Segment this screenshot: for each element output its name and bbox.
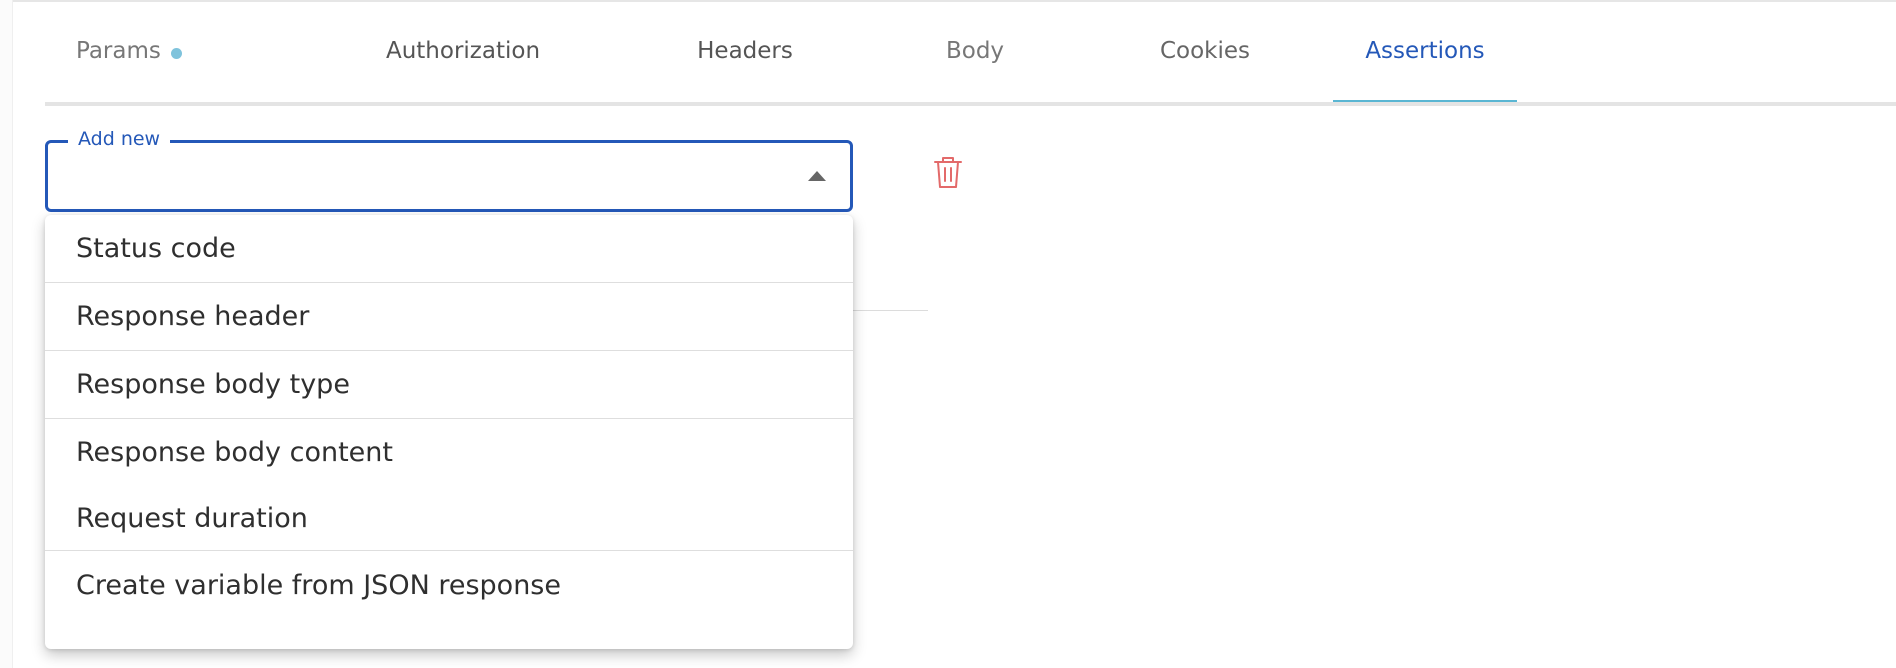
add-new-dropdown-menu: Status code Response header Response bod… — [45, 215, 853, 649]
tabs-underline — [45, 102, 1896, 106]
tab-assertions[interactable]: Assertions — [1333, 38, 1517, 105]
tab-authorization[interactable]: Authorization — [343, 38, 583, 104]
divider-line — [853, 310, 928, 311]
caret-up-icon[interactable] — [808, 171, 826, 181]
tab-body-label: Body — [945, 38, 1005, 64]
tab-assertions-label: Assertions — [1365, 38, 1485, 64]
menu-item-request-duration[interactable]: Request duration — [45, 486, 853, 550]
tab-cookies[interactable]: Cookies — [1105, 38, 1305, 104]
params-indicator-dot — [170, 48, 182, 59]
assertions-panel: Params Authorization Headers Body Cookie… — [0, 0, 1896, 668]
tab-headers[interactable]: Headers — [635, 38, 855, 104]
menu-item-status-code[interactable]: Status code — [45, 215, 853, 282]
left-divider — [0, 0, 13, 668]
menu-item-create-variable[interactable]: Create variable from JSON response — [45, 551, 853, 619]
tab-cookies-label: Cookies — [1159, 38, 1251, 64]
add-new-select[interactable]: Add new — [45, 128, 853, 212]
trash-icon[interactable] — [932, 154, 964, 190]
menu-item-response-body-type[interactable]: Response body type — [45, 351, 853, 418]
tab-body[interactable]: Body — [875, 38, 1075, 104]
top-divider — [0, 0, 1896, 2]
tab-params[interactable]: Params — [76, 38, 206, 104]
tab-params-label: Params — [76, 38, 161, 64]
tab-authorization-label: Authorization — [385, 38, 541, 64]
menu-item-response-body-content[interactable]: Response body content — [45, 419, 853, 486]
tab-headers-label: Headers — [697, 38, 793, 64]
add-new-label: Add new — [68, 128, 171, 150]
request-tabs: Params Authorization Headers Body Cookie… — [45, 18, 1896, 106]
menu-item-response-header[interactable]: Response header — [45, 283, 853, 350]
